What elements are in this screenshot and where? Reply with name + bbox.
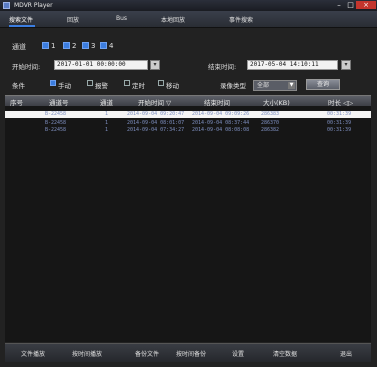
table-row[interactable]: B-22458 1 2014-09-04 07:34:27 2014-09-04… [5,127,371,134]
filter-motion-label: 移动 [166,82,179,90]
channel-4-label: 4 [109,42,114,50]
maximize-button[interactable]: □ [345,1,356,9]
backup-file-button[interactable]: 备份文件 [135,349,159,358]
cell-start: 2014-09-04 09:20:47 [127,111,185,117]
cell-duration: 00:31:39 [327,120,352,126]
end-time-label: 结束时间: [208,63,237,71]
query-button[interactable]: 查询 [306,79,340,90]
file-list: B-22458 1 2014-09-04 09:20:47 2014-09-04… [5,106,371,342]
menu-search-files[interactable]: 搜索文件 [9,15,33,24]
menu-bus[interactable]: Bus [116,15,127,22]
menu-event-search[interactable]: 事件搜索 [229,15,253,24]
title-bar: MDVR Player – □ × [0,0,377,11]
cell-size: 286370 [261,120,280,126]
filter-timed-label: 定时 [132,82,145,90]
cell-plate: B-22458 [45,120,67,126]
filter-alarm-label: 报警 [95,82,108,90]
filter-label: 条件 [12,82,25,90]
filter-timed-radio[interactable] [124,80,130,86]
cell-end: 2014-09-04 09:09:26 [192,111,250,117]
record-type-select[interactable]: 全部 ▼ [253,80,297,91]
channel-1-label: 1 [51,42,56,50]
record-type-value: 全部 [257,82,270,89]
app-icon [3,2,10,9]
cell-end: 2014-09-04 08:08:08 [192,127,250,133]
cell-channel: 1 [105,111,109,117]
channel-3-label: 3 [91,42,96,50]
cell-plate: B-22458 [45,111,67,117]
channel-3-checkbox[interactable] [82,42,89,49]
start-time-field[interactable]: 2017-01-01 00:00:00 [54,60,148,70]
channel-2-checkbox[interactable] [63,42,70,49]
cell-size: 286382 [261,127,280,133]
play-file-button[interactable]: 文件播放 [21,349,45,358]
active-tab-indicator [9,25,35,27]
start-time-label: 开始时间: [12,63,41,71]
menu-bar: 搜索文件 回放 Bus 本地回放 事件搜索 [0,11,377,28]
cell-start: 2014-09-04 08:01:07 [127,120,185,126]
cell-duration: 00:31:39 [327,111,352,117]
cell-duration: 00:31:39 [327,127,352,133]
bottom-toolbar: 文件播放 按时间播放 备份文件 按时间备份 设置 清空数据 退出 [5,343,371,362]
exit-button[interactable]: 退出 [340,349,352,358]
filter-alarm-radio[interactable] [87,80,93,86]
window-title: MDVR Player [14,2,53,9]
end-calendar-button[interactable]: ▾ [341,60,351,70]
close-button[interactable]: × [356,1,376,9]
channel-label: 通道 [12,43,26,51]
table-row[interactable]: B-22458 1 2014-09-04 09:20:47 2014-09-04… [5,111,371,118]
minimize-button[interactable]: – [333,1,345,9]
play-by-time-button[interactable]: 按时间播放 [72,349,102,358]
settings-button[interactable]: 设置 [232,349,244,358]
cell-start: 2014-09-04 07:34:27 [127,127,185,133]
table-row[interactable]: B-22458 1 2014-09-04 08:01:07 2014-09-04… [5,120,371,127]
cell-channel: 1 [105,120,109,126]
filter-manual-label: 手动 [58,82,71,90]
cell-end: 2014-09-04 08:37:44 [192,120,250,126]
cell-plate: B-22458 [45,127,67,133]
app-window: MDVR Player – □ × 搜索文件 回放 Bus 本地回放 事件搜索 … [0,0,377,367]
menu-local-playback[interactable]: 本地回放 [161,15,185,24]
chevron-down-icon: ▼ [288,82,295,89]
channel-4-checkbox[interactable] [100,42,107,49]
filter-motion-radio[interactable] [158,80,164,86]
cell-size: 286383 [261,111,280,117]
start-calendar-button[interactable]: ▾ [150,60,160,70]
channel-2-label: 2 [72,42,77,50]
end-time-field[interactable]: 2017-05-04 14:10:11 [247,60,338,70]
channel-1-checkbox[interactable] [42,42,49,49]
record-type-label: 录像类型 [220,82,246,90]
backup-by-time-button[interactable]: 按时间备份 [176,349,206,358]
menu-playback[interactable]: 回放 [67,15,79,24]
clear-data-button[interactable]: 清空数据 [273,349,297,358]
cell-channel: 1 [105,127,109,133]
filter-manual-radio[interactable] [50,80,56,86]
